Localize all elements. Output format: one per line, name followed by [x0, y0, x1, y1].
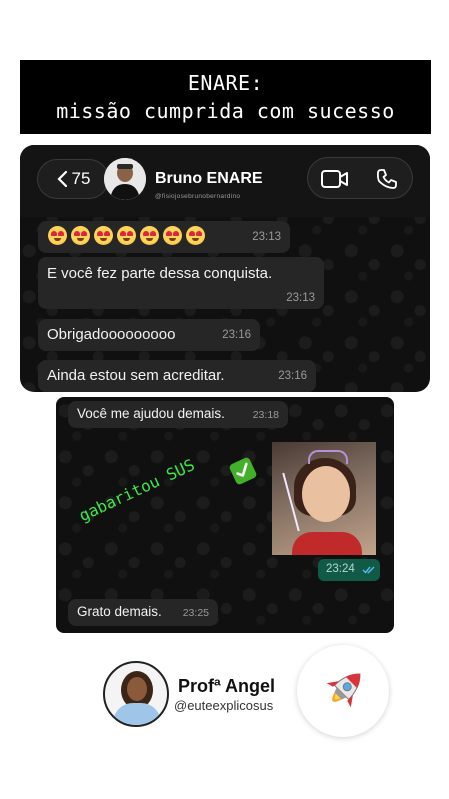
heart-eyes-emoji-icon — [186, 226, 205, 245]
profile-avatar[interactable] — [103, 661, 169, 727]
chat-screenshot-2: Você me ajudou demais. 23:18 23:24 Grato… — [56, 397, 394, 633]
message-text: Ainda estou sem acreditar. — [47, 367, 225, 384]
contact-handle: @fisiojosebrunobernardino — [155, 193, 241, 200]
contact-avatar[interactable] — [104, 158, 146, 200]
message-bubble[interactable]: Obrigadooooooooo 23:16 — [38, 319, 260, 351]
message-bubble[interactable]: 23:13 — [38, 221, 290, 253]
message-time: 23:13 — [252, 231, 281, 243]
video-call-icon[interactable] — [320, 168, 350, 190]
sent-photo[interactable] — [272, 442, 376, 555]
message-bubble[interactable]: Ainda estou sem acreditar. 23:16 — [38, 360, 316, 392]
title-line-2: missão cumprida com sucesso — [56, 99, 395, 123]
heart-eyes-emoji-row — [48, 226, 205, 245]
photo-face — [302, 466, 350, 522]
message-text: Grato demais. — [77, 604, 162, 619]
message-time: 23:16 — [278, 370, 307, 382]
double-check-icon — [362, 566, 375, 574]
photo-dress — [292, 532, 362, 555]
message-text: E você fez parte dessa conquista. — [47, 265, 273, 282]
heart-eyes-emoji-icon — [71, 226, 90, 245]
profile-handle[interactable]: @euteexplicosus — [174, 698, 273, 713]
message-bubble[interactable]: E você fez parte dessa conquista. 23:13 — [38, 257, 324, 309]
profile-name[interactable]: Profª Angel — [178, 676, 275, 697]
back-button[interactable]: 75 — [37, 159, 109, 199]
message-time: 23:25 — [182, 607, 209, 619]
avatar-shirt — [113, 703, 161, 725]
phone-call-icon[interactable] — [376, 168, 398, 190]
message-time: 23:16 — [222, 329, 251, 341]
message-text: Você me ajudou demais. — [77, 406, 225, 421]
message-bubble[interactable]: Você me ajudou demais. 23:18 — [68, 401, 288, 428]
chat-header: 75 Bruno ENARE @fisiojosebrunobernardino — [20, 145, 430, 217]
avatar-face — [127, 677, 147, 701]
heart-eyes-emoji-icon — [48, 226, 67, 245]
rocket-button[interactable] — [297, 645, 389, 737]
chat-screenshot-1: 75 Bruno ENARE @fisiojosebrunobernardino — [20, 145, 430, 392]
call-actions — [307, 157, 413, 199]
rocket-icon — [326, 673, 361, 708]
contact-photo — [104, 158, 146, 200]
title-line-1: ENARE: — [187, 71, 264, 95]
contact-name[interactable]: Bruno ENARE — [155, 170, 263, 188]
heart-eyes-emoji-icon — [94, 226, 113, 245]
heart-eyes-emoji-icon — [117, 226, 136, 245]
title-banner: ENARE: missão cumprida com sucesso — [20, 60, 431, 134]
heart-eyes-emoji-icon — [163, 226, 182, 245]
sent-photo-time-badge: 23:24 — [318, 559, 380, 581]
story-page: ENARE: missão cumprida com sucesso 75 Br… — [0, 0, 449, 799]
message-text: Obrigadooooooooo — [47, 326, 176, 343]
message-time: 23:18 — [252, 409, 279, 421]
tiara-shape — [308, 450, 348, 464]
sent-time: 23:24 — [326, 563, 355, 575]
message-bubble[interactable]: Grato demais. 23:25 — [68, 599, 218, 626]
heart-eyes-emoji-icon — [140, 226, 159, 245]
chevron-left-icon — [56, 170, 67, 188]
message-time: 23:13 — [286, 292, 315, 304]
unread-count: 75 — [71, 169, 91, 188]
